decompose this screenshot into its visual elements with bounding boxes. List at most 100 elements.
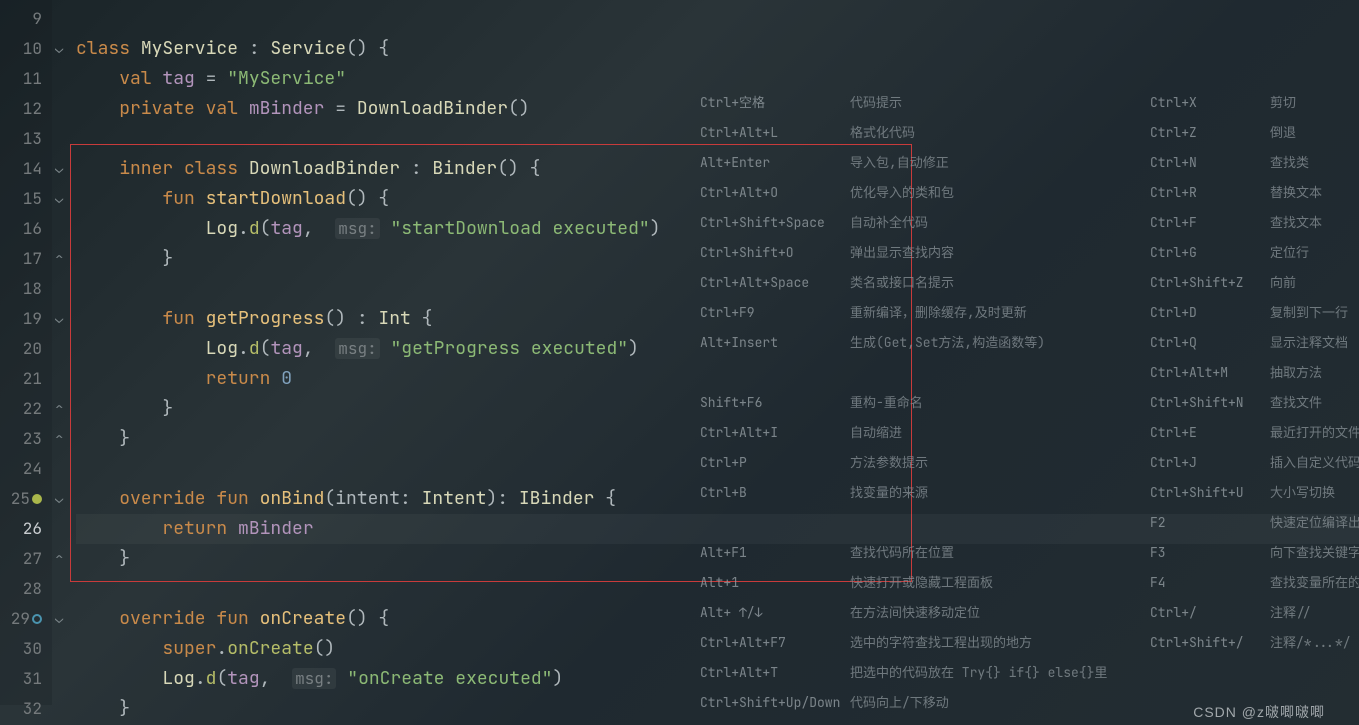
token-prop: tag (227, 667, 259, 690)
fold-toggle[interactable] (52, 604, 76, 634)
watermark: CSDN @z啵唧啵唧 (1193, 702, 1325, 722)
token-kw: override fun (119, 607, 259, 630)
token-cls: Binder (432, 157, 497, 180)
token-str: "MyService" (227, 67, 346, 90)
line-number: 23 (0, 424, 52, 454)
line-number-gutter: 9101112131415161718192021222324252627282… (0, 0, 52, 705)
token-pun: () : (324, 307, 378, 330)
fold-toggle[interactable] (52, 244, 76, 274)
line-number: 16 (0, 214, 52, 244)
fold-toggle (52, 214, 76, 244)
shortcut-row: Ctrl+D复制到下一行 (1150, 298, 1359, 328)
token-pun (76, 157, 119, 180)
line-number: 29 (0, 604, 52, 634)
token-pun (76, 67, 119, 90)
token-fn: onBind (260, 487, 325, 510)
override-marker-icon[interactable] (32, 494, 42, 504)
shortcut-key: Ctrl+Shift+O (700, 238, 850, 268)
token-cls: DownloadBinder (357, 97, 508, 120)
token-pun: ) (628, 337, 639, 360)
shortcut-key: Ctrl+/ (1150, 598, 1270, 628)
fold-toggle[interactable] (52, 34, 76, 64)
token-cls: Log (162, 667, 194, 690)
code-line[interactable] (76, 4, 1359, 34)
shortcut-row (700, 358, 1107, 388)
token-kw: fun (162, 187, 205, 210)
fold-toggle[interactable] (52, 184, 76, 214)
token-prop: mBinder (238, 517, 314, 540)
shortcut-row: Ctrl+R替换文本 (1150, 178, 1359, 208)
shortcut-desc: 选中的字符查找工程出现的地方 (850, 634, 1032, 651)
shortcut-key: Ctrl+空格 (700, 88, 850, 118)
shortcut-key: F3 (1150, 538, 1270, 568)
token-kw: inner class (119, 157, 249, 180)
shortcut-row: Ctrl+Alt+I自动缩进 (700, 418, 1107, 448)
shortcut-desc: 大小写切换 (1270, 484, 1335, 501)
shortcut-row: F4查找变量所在的方法或者类 (1150, 568, 1359, 598)
shortcut-desc: 查找变量所在的方法或者类 (1270, 574, 1359, 591)
shortcut-desc: 查找文本 (1270, 214, 1322, 231)
fold-toggle[interactable] (52, 154, 76, 184)
shortcut-desc: 查找代码所在位置 (850, 544, 954, 561)
token-pun: ) (650, 217, 661, 240)
shortcut-key: Ctrl+Alt+I (700, 418, 850, 448)
shortcut-row: Ctrl+Shift+/注释/*...*/ (1150, 628, 1359, 658)
shortcut-key: Ctrl+Shift+/ (1150, 628, 1270, 658)
shortcut-key: Ctrl+Alt+Space (700, 268, 850, 298)
token-prop: tag (270, 217, 302, 240)
token-pun: ( (216, 667, 227, 690)
token-cls: IBinder (519, 487, 595, 510)
shortcut-desc: 找变量的来源 (850, 484, 928, 501)
token-fn: onCreate (260, 607, 346, 630)
line-number: 15 (0, 184, 52, 214)
shortcut-row: Alt+1快速打开或隐藏工程面板 (700, 568, 1107, 598)
shortcut-overlay-right: Ctrl+X剪切Ctrl+Z倒退Ctrl+N查找类Ctrl+R替换文本Ctrl+… (1150, 88, 1359, 658)
shortcut-desc: 弹出显示查找内容 (850, 244, 954, 261)
line-number: 10 (0, 34, 52, 64)
line-number: 26 (0, 514, 52, 544)
fold-toggle (52, 4, 76, 34)
token-prop: tag (270, 337, 302, 360)
token-pun (380, 337, 391, 360)
token-cls: DownloadBinder (249, 157, 400, 180)
token-kw: return (162, 517, 238, 540)
line-number: 22 (0, 394, 52, 424)
token-str: "onCreate executed" (347, 667, 552, 690)
fold-toggle (52, 364, 76, 394)
fold-toggle[interactable] (52, 544, 76, 574)
token-pun: } (76, 697, 130, 720)
shortcut-desc: 类名或接口名提示 (850, 274, 954, 291)
override-marker-icon[interactable] (32, 614, 42, 624)
line-number: 18 (0, 274, 52, 304)
code-line[interactable]: class MyService : Service() { (76, 34, 1359, 64)
token-pun: () { (497, 157, 540, 180)
shortcut-row: Ctrl+Alt+L格式化代码 (700, 118, 1107, 148)
shortcut-row: Alt+Enter导入包,自动修正 (700, 148, 1107, 178)
shortcut-key: Ctrl+N (1150, 148, 1270, 178)
shortcut-row: Ctrl+Shift+Up/Down代码向上/下移动 (700, 688, 1107, 718)
shortcut-key: Ctrl+Shift+U (1150, 478, 1270, 508)
shortcut-row: Ctrl+Shift+Z向前 (1150, 268, 1359, 298)
shortcut-key: Ctrl+Q (1150, 328, 1270, 358)
shortcut-desc: 优化导入的类和包 (850, 184, 954, 201)
token-pun (76, 607, 119, 630)
fold-gutter[interactable] (52, 0, 76, 705)
shortcut-desc: 导入包,自动修正 (850, 154, 949, 171)
fold-toggle[interactable] (52, 394, 76, 424)
shortcut-desc: 方法参数提示 (850, 454, 928, 471)
token-kw: fun (162, 307, 205, 330)
shortcut-row: Ctrl+/注释// (1150, 598, 1359, 628)
fold-toggle[interactable] (52, 484, 76, 514)
shortcut-row: Ctrl+J插入自定义代码 (1150, 448, 1359, 478)
fold-toggle (52, 634, 76, 664)
shortcut-desc: 重新编译，删除缓存,及时更新 (850, 304, 1027, 321)
token-cls: Int (378, 307, 410, 330)
shortcut-row: Ctrl+Alt+M抽取方法 (1150, 358, 1359, 388)
fold-toggle[interactable] (52, 424, 76, 454)
fold-toggle[interactable] (52, 304, 76, 334)
shortcut-desc: 把选中的代码放在 Try{} if{} else{}里 (850, 664, 1107, 681)
shortcut-key: Ctrl+Z (1150, 118, 1270, 148)
shortcut-key: Ctrl+Alt+T (700, 658, 850, 688)
token-pun: () { (346, 187, 389, 210)
token-pun: () { (346, 607, 389, 630)
